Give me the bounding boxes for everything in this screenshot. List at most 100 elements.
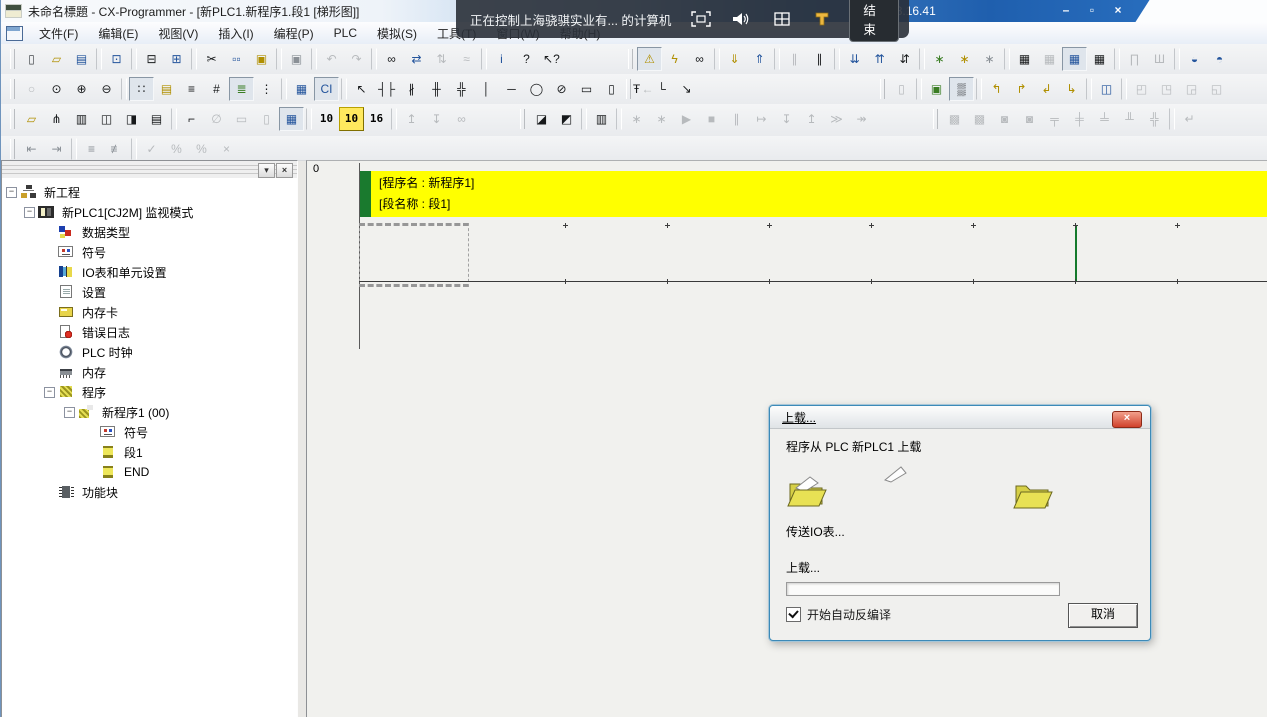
cut[interactable]: ✂	[199, 47, 224, 71]
grid-style-4[interactable]: ◙	[1017, 107, 1042, 131]
force-set[interactable]: ◒	[1182, 47, 1207, 71]
new-file[interactable]: ▯	[19, 47, 44, 71]
sim-hand-2[interactable]: ∗	[649, 107, 674, 131]
online-edit-cancel[interactable]: ∗	[977, 47, 1002, 71]
mdi-child-icon[interactable]	[6, 26, 23, 41]
tree-item[interactable]: 段1	[2, 442, 297, 462]
expander-icon[interactable]: −	[24, 207, 35, 218]
edit-percent-2[interactable]: %	[189, 137, 214, 161]
tree-item[interactable]: 符号	[2, 242, 297, 262]
coil-nc[interactable]: ⊘	[549, 77, 574, 101]
or-contact-no[interactable]: ╫	[424, 77, 449, 101]
zoom-out[interactable]: ⊖	[94, 77, 119, 101]
cell-selection-cursor[interactable]	[359, 223, 469, 287]
align-list-alt[interactable]: ≢	[104, 137, 129, 161]
program-mode[interactable]: ⇓	[722, 47, 747, 71]
scan-run[interactable]: ↠	[849, 107, 874, 131]
tree-item[interactable]: 内存卡	[2, 302, 297, 322]
compare-with-plc[interactable]: ⇵	[892, 47, 917, 71]
dashed-box-view[interactable]: ▒	[949, 77, 974, 101]
auto-online[interactable]: ϟ	[662, 47, 687, 71]
cancel-button[interactable]: 取消	[1068, 603, 1138, 628]
plc-memory-2[interactable]: ▦	[1037, 47, 1062, 71]
expander-icon[interactable]: −	[6, 187, 17, 198]
tree-item[interactable]: 数据类型	[2, 222, 297, 242]
address-link[interactable]: ∞	[449, 107, 474, 131]
sim-stop[interactable]: ■	[699, 107, 724, 131]
rail-style-1[interactable]: ╤	[1042, 107, 1067, 131]
edit-on[interactable]: ✓	[139, 137, 164, 161]
plc-memory-4[interactable]: ▦	[1087, 47, 1112, 71]
menu-item[interactable]: 文件(F)	[29, 23, 88, 44]
toolbox-window[interactable]: ⋔	[44, 107, 69, 131]
go-next[interactable]: ↧	[424, 107, 449, 131]
sim-hand-1[interactable]: ∗	[624, 107, 649, 131]
edit-percent-1[interactable]: %	[164, 137, 189, 161]
menu-item[interactable]: 插入(I)	[208, 23, 263, 44]
open-file[interactable]: ▱	[44, 47, 69, 71]
chevron-down-icon[interactable]: ▾	[258, 163, 275, 178]
zoom-in[interactable]: ⊕	[69, 77, 94, 101]
step-out[interactable]: ↥	[799, 107, 824, 131]
grid-style-3[interactable]: ◙	[992, 107, 1017, 131]
rung-list[interactable]: ≡	[179, 77, 204, 101]
menu-item[interactable]: 模拟(S)	[367, 23, 427, 44]
auto-decompile-option[interactable]: 开始自动反编译	[786, 606, 891, 623]
hex-view[interactable]: 16	[364, 107, 389, 131]
go-previous[interactable]: ↥	[399, 107, 424, 131]
tools-icon[interactable]	[811, 9, 833, 29]
online-edit-send[interactable]: ∗	[952, 47, 977, 71]
jump-back[interactable]: ←	[635, 77, 660, 101]
edit-off[interactable]: ×	[214, 137, 239, 161]
grid-style-2[interactable]: ▩	[967, 107, 992, 131]
window-view-2[interactable]: ◳	[1154, 77, 1179, 101]
delete-mode[interactable]: ↘	[674, 77, 699, 101]
monitor-mode[interactable]: ∞	[687, 47, 712, 71]
tree-item[interactable]: PLC 时钟	[2, 342, 297, 362]
zoom-custom[interactable]: ⊙	[44, 77, 69, 101]
rail-style-5[interactable]: ╬	[1142, 107, 1167, 131]
rail-style-2[interactable]: ╪	[1067, 107, 1092, 131]
rung-wrap[interactable]: #	[204, 77, 229, 101]
window-view-3[interactable]: ◲	[1179, 77, 1204, 101]
print[interactable]: ⊟	[139, 47, 164, 71]
paste[interactable]: ▣	[249, 47, 274, 71]
sim-run[interactable]: ▶	[674, 107, 699, 131]
menu-item[interactable]: 编程(P)	[264, 23, 324, 44]
paste-extended[interactable]: ▣	[284, 47, 309, 71]
monitor-set-1[interactable]: ↰	[984, 77, 1009, 101]
tree-item[interactable]: 符号	[2, 422, 297, 442]
rail-style-4[interactable]: ╨	[1117, 107, 1142, 131]
view-hierarchy[interactable]: ⋮	[254, 77, 279, 101]
rung-comment[interactable]: ▤	[154, 77, 179, 101]
tree-item[interactable]: IO表和单元设置	[2, 262, 297, 282]
windows-icon[interactable]	[770, 9, 792, 29]
tree-item[interactable]: 功能块	[2, 482, 297, 502]
select-mode[interactable]: ↖	[349, 77, 374, 101]
vertical-line[interactable]: │	[474, 77, 499, 101]
pause-monitor[interactable]: ∥	[782, 47, 807, 71]
or-contact-nc[interactable]: ╬	[449, 77, 474, 101]
fullscreen-icon[interactable]	[689, 9, 711, 29]
run-mode[interactable]: ⇑	[747, 47, 772, 71]
sim-network[interactable]: ◩	[554, 107, 579, 131]
fb-invoke[interactable]: ▭	[574, 77, 599, 101]
plc-memory-1[interactable]: ▦	[1012, 47, 1037, 71]
expander-icon[interactable]: −	[64, 407, 75, 418]
monitor-set-3[interactable]: ↲	[1034, 77, 1059, 101]
output-window[interactable]: ▥	[69, 107, 94, 131]
sim-online[interactable]: ◪	[529, 107, 554, 131]
properties-window[interactable]: ▤	[144, 107, 169, 131]
decimal-view[interactable]: 10	[314, 107, 339, 131]
restore-button[interactable]: ▫	[1083, 2, 1101, 18]
symbol-cards[interactable]: ▣	[924, 77, 949, 101]
monitor-set-2[interactable]: ↱	[1009, 77, 1034, 101]
cross-reference[interactable]: ◨	[119, 107, 144, 131]
indent-rung[interactable]: ⇥	[44, 137, 69, 161]
replace-symbol[interactable]: ≈	[454, 47, 479, 71]
transfer-to-plc[interactable]: ⇊	[842, 47, 867, 71]
sim-pause[interactable]: ∥	[724, 107, 749, 131]
signed-decimal-view[interactable]: 10	[339, 107, 364, 131]
undo[interactable]: ↶	[319, 47, 344, 71]
tree-item[interactable]: 设置	[2, 282, 297, 302]
